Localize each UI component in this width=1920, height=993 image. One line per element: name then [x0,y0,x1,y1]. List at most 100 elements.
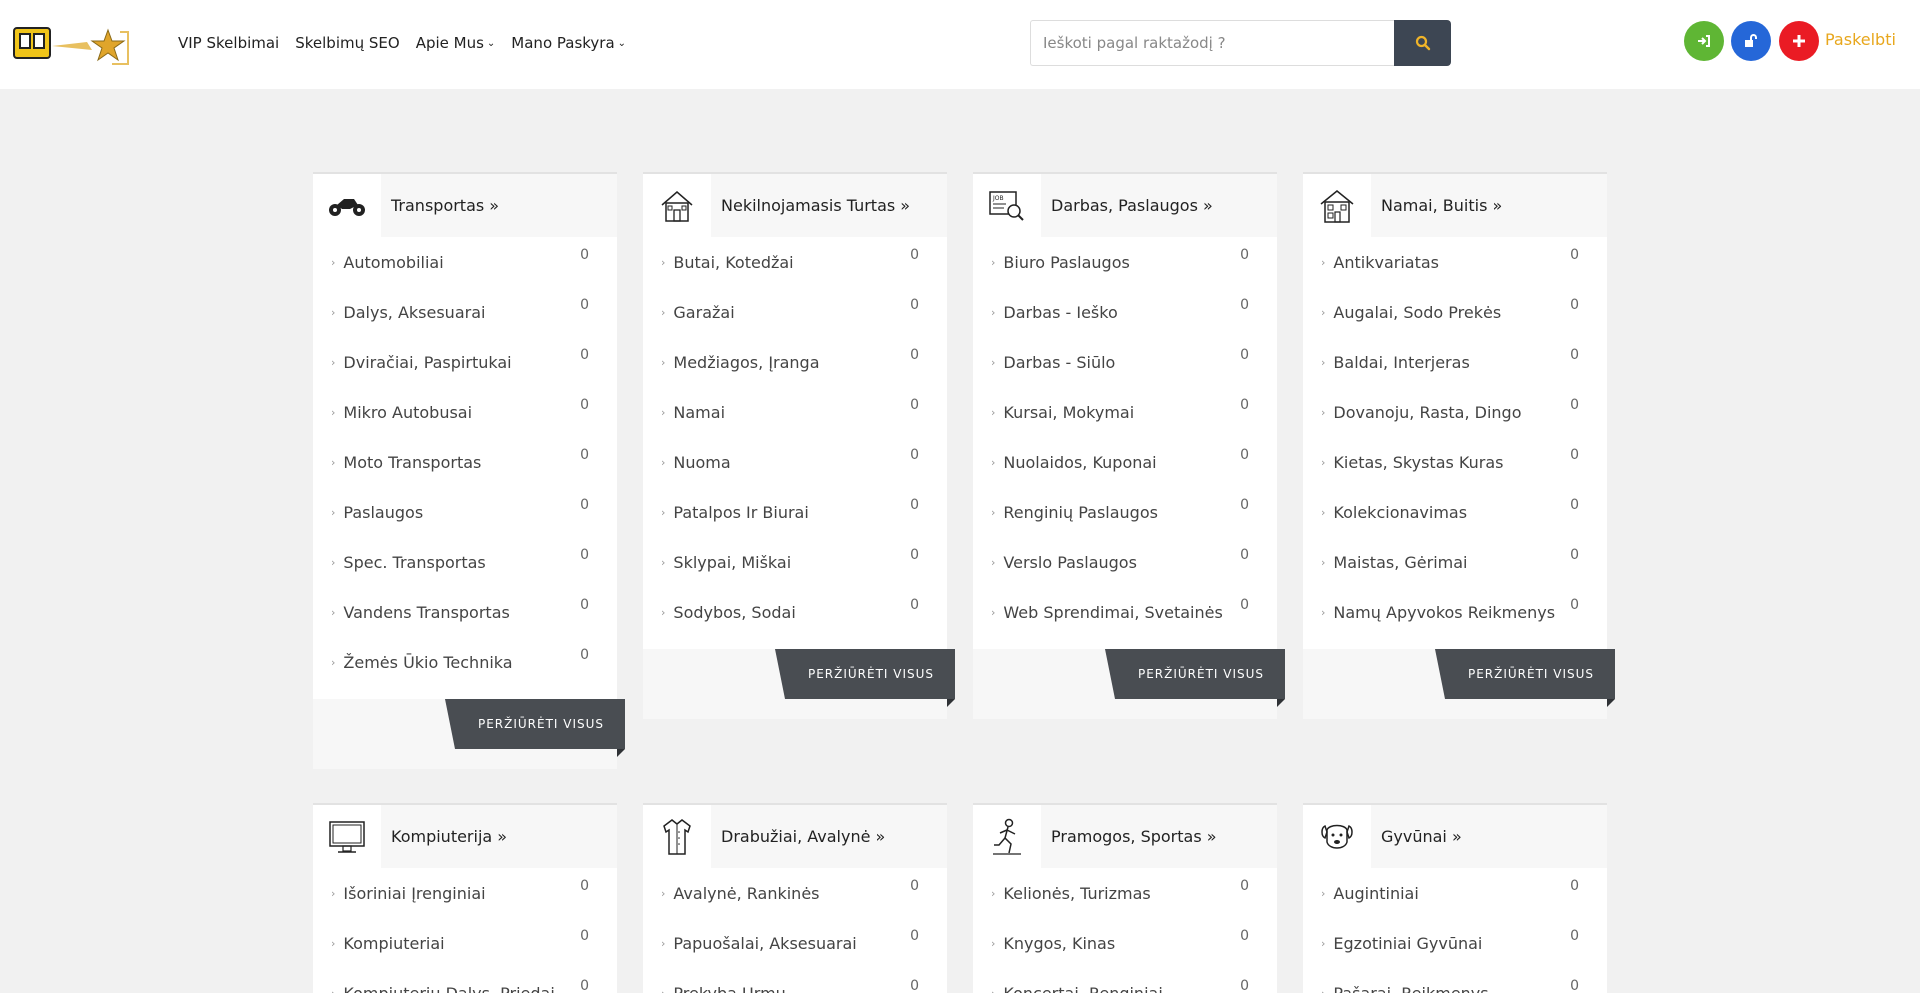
category-title[interactable]: Darbas, Paslaugos » [1041,174,1277,237]
chevron-right-icon: › [991,886,996,900]
list-item[interactable]: › Augalai, Sodo Prekės 0 [1321,287,1607,337]
list-item[interactable]: › Biuro Paslaugos 0 [991,237,1277,287]
list-item[interactable]: › Garažai 0 [661,287,947,337]
list-item[interactable]: › Namų Apyvokos Reikmenys 0 [1321,587,1607,637]
category-title[interactable]: Pramogos, Sportas » [1041,805,1277,868]
home-building-icon [1320,189,1354,223]
subcategory-list: › Automobiliai 0 › Dalys, Aksesuarai 0 › Dvir… [313,237,617,687]
chevron-right-icon: › [991,405,996,419]
sign-in-icon [1698,35,1710,47]
list-item[interactable]: › Automobiliai 0 [331,237,617,287]
list-item[interactable]: › Egzotiniai Gyvūnai 0 [1321,918,1607,968]
shirt-icon [663,818,691,855]
list-item[interactable]: › Žemės Ūkio Technika 0 [331,637,617,687]
list-item[interactable]: › Kelionės, Turizmas 0 [991,868,1277,918]
nav-apie-mus[interactable]: Apie Mus ⌄ [416,34,496,52]
search-bar [1030,20,1451,66]
chevron-right-icon: › [331,255,336,269]
category-title[interactable]: Kompiuterija » [381,805,617,868]
list-item[interactable]: › Dviračiai, Paspirtukai 0 [331,337,617,387]
sport-icon [993,818,1021,855]
view-all-button[interactable]: PERŽIŪRĖTI VISUS [1435,649,1615,699]
view-all-button[interactable]: PERŽIŪRĖTI VISUS [445,699,625,749]
chevron-down-icon: ⌄ [617,37,627,49]
nav-skelbimu-seo[interactable]: Skelbimų SEO [295,34,399,52]
list-item[interactable]: › Spec. Transportas 0 [331,537,617,587]
chevron-right-icon: › [661,886,666,900]
category-card-kompiuterija: Kompiuterija » › Išoriniai Įrenginiai 0 › K… [313,803,617,993]
post-ad-button[interactable] [1779,21,1819,61]
chevron-right-icon: › [661,605,666,619]
list-item[interactable]: › Augintiniai 0 [1321,868,1607,918]
list-item[interactable]: › Avalynė, Rankinės 0 [661,868,947,918]
list-item[interactable]: › Darbas - Ieško 0 [991,287,1277,337]
list-item[interactable]: › Baldai, Interjeras 0 [1321,337,1607,387]
list-item[interactable]: › Kompiuterių Dalys, Priedai 0 [331,968,617,993]
list-item[interactable]: › Sklypai, Miškai 0 [661,537,947,587]
chevron-right-icon: › [661,555,666,569]
list-item[interactable]: › Antikvariatas 0 [1321,237,1607,287]
category-card-transportas: Transportas » › Automobiliai 0 › Dalys, Aks… [313,172,625,769]
chevron-right-icon: › [1321,505,1326,519]
list-item[interactable]: › Darbas - Siūlo 0 [991,337,1277,387]
list-item[interactable]: › Namai 0 [661,387,947,437]
chevron-right-icon: › [331,505,336,519]
subcategory-list: › Avalynė, Rankinės 0 › Papuošalai, Aksesua… [643,868,947,993]
list-item[interactable]: › Koncertai, Renginiai 0 [991,968,1277,993]
post-ad-link[interactable]: Paskelbti [1825,30,1896,49]
list-item[interactable]: › Dovanoju, Rasta, Dingo 0 [1321,387,1607,437]
category-card-drabuziai-avalyne: Drabužiai, Avalynė » › Avalynė, Rankinės 0… [643,803,947,993]
list-item[interactable]: › Sodybos, Sodai 0 [661,587,947,637]
search-button[interactable] [1394,20,1451,66]
list-item[interactable]: › Knygos, Kinas 0 [991,918,1277,968]
list-item[interactable]: › Paslaugos 0 [331,487,617,537]
list-item[interactable]: › Kompiuteriai 0 [331,918,617,968]
nav-vip-skelbimai[interactable]: VIP Skelbimai [178,34,279,52]
list-item[interactable]: › Medžiagos, Įranga 0 [661,337,947,387]
login-button[interactable] [1684,21,1724,61]
list-item[interactable]: › Vandens Transportas 0 [331,587,617,637]
view-all-button[interactable]: PERŽIŪRĖTI VISUS [775,649,955,699]
list-item[interactable]: › Kursai, Mokymai 0 [991,387,1277,437]
category-title[interactable]: Gyvūnai » [1371,805,1607,868]
register-button[interactable] [1731,21,1771,61]
list-item[interactable]: › Web Sprendimai, Svetainės 0 [991,587,1277,637]
list-item[interactable]: › Mikro Autobusai 0 [331,387,617,437]
list-item[interactable]: › Išoriniai Įrenginiai 0 [331,868,617,918]
list-item[interactable]: › Dalys, Aksesuarai 0 [331,287,617,337]
list-item[interactable]: › Nuoma 0 [661,437,947,487]
view-all-button[interactable]: PERŽIŪRĖTI VISUS [1105,649,1285,699]
subcategory-list: › Išoriniai Įrenginiai 0 › Kompiuteriai 0 › K… [313,868,617,993]
category-title[interactable]: Drabužiai, Avalynė » [711,805,947,868]
chevron-right-icon: › [331,605,336,619]
site-logo[interactable] [12,24,130,70]
list-item[interactable]: › Renginių Paslaugos 0 [991,487,1277,537]
list-item[interactable]: › Kolekcionavimas 0 [1321,487,1607,537]
search-input[interactable] [1030,20,1394,66]
unlock-icon [1745,34,1757,47]
chevron-right-icon: › [991,936,996,950]
list-item[interactable]: › Maistas, Gėrimai 0 [1321,537,1607,587]
category-title[interactable]: Transportas » [381,174,617,237]
list-item[interactable]: › Patalpos Ir Biurai 0 [661,487,947,537]
category-card-nekilnojamasis-turtas: Nekilnojamasis Turtas » › Butai, Kotedžai… [643,172,955,719]
list-item[interactable]: › Papuošalai, Aksesuarai 0 [661,918,947,968]
subcategory-list: › Antikvariatas 0 › Augalai, Sodo Prekės 0 ›… [1303,237,1607,637]
list-item[interactable]: › Verslo Paslaugos 0 [991,537,1277,587]
list-item[interactable]: › Prekyba Urmu 0 [661,968,947,993]
list-item[interactable]: › Kietas, Skystas Kuras 0 [1321,437,1607,487]
house-icon [661,190,693,222]
nav-mano-paskyra[interactable]: Mano Paskyra ⌄ [511,34,626,52]
chevron-right-icon: › [331,936,336,950]
list-item[interactable]: › Nuolaidos, Kuponai 0 [991,437,1277,487]
list-item[interactable]: › Moto Transportas 0 [331,437,617,487]
chevron-right-icon: › [991,305,996,319]
category-title[interactable]: Nekilnojamasis Turtas » [711,174,947,237]
chevron-right-icon: › [991,986,996,993]
chevron-right-icon: › [331,355,336,369]
category-title[interactable]: Namai, Buitis » [1371,174,1607,237]
list-item[interactable]: › Pašarai, Reikmenys 0 [1321,968,1607,993]
list-item[interactable]: › Butai, Kotedžai 0 [661,237,947,287]
chevron-right-icon: › [1321,305,1326,319]
motorcycle-icon [329,198,365,216]
